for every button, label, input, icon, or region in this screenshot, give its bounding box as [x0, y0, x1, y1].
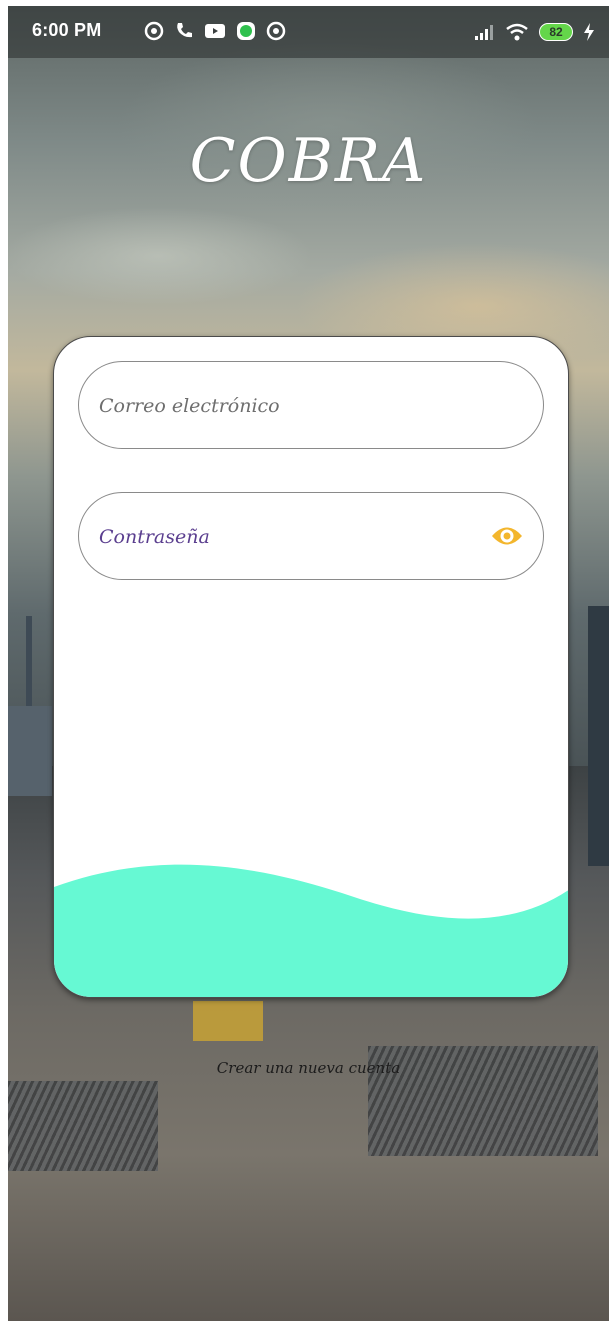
email-field[interactable] — [78, 361, 544, 450]
create-account-link[interactable]: Crear una nueva cuenta — [8, 1059, 609, 1077]
wifi-icon — [506, 23, 528, 41]
status-system-icons: 82 — [473, 20, 595, 44]
app-title: COBRA — [189, 126, 428, 196]
background-excavator — [193, 1001, 263, 1041]
signal-icon — [475, 25, 493, 40]
at-sign-icon — [144, 21, 164, 41]
eye-icon[interactable] — [491, 523, 523, 549]
battery-level: 82 — [549, 25, 563, 39]
status-bar: 6:00 PM 82 — [8, 6, 609, 58]
battery-icon: 82 — [539, 23, 573, 41]
password-input[interactable] — [97, 493, 481, 581]
youtube-icon — [205, 24, 225, 38]
green-dot-icon — [237, 22, 255, 40]
decorative-wave — [54, 864, 568, 997]
background-rebar-left — [8, 1081, 158, 1171]
status-notification-icons — [144, 20, 286, 42]
at-sign-icon — [266, 21, 286, 41]
password-field[interactable] — [78, 492, 544, 581]
phone-icon — [177, 23, 192, 38]
email-input[interactable] — [97, 362, 481, 450]
login-screen: 6:00 PM 82 COBRA Correo electrónico Crea… — [8, 6, 609, 1321]
background-building-left — [8, 706, 52, 796]
charging-icon — [584, 23, 594, 41]
login-card — [53, 336, 569, 998]
background-tower — [26, 616, 32, 716]
status-time: 6:00 PM — [32, 20, 102, 40]
background-building-right — [588, 606, 609, 866]
